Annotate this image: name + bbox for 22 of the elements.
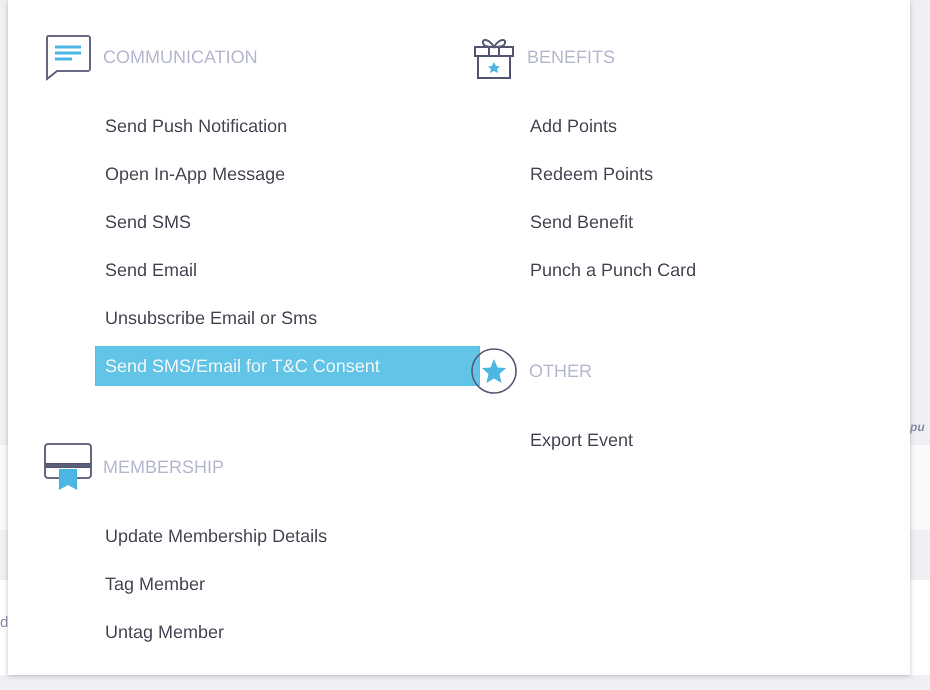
card-ribbon-icon [44,443,92,491]
chat-bubble-icon [44,33,92,81]
menu-item[interactable]: Untag Member [95,612,480,652]
section-heading: BENEFITS [527,46,616,68]
menu-item[interactable]: Send Benefit [520,202,905,242]
menu-item[interactable]: Add Points [520,106,905,146]
menu-item[interactable]: Open In-App Message [95,154,480,194]
menu-item[interactable]: Redeem Points [520,154,905,194]
menu-item[interactable]: Export Event [520,420,905,460]
background-text: d [0,614,8,631]
star-circle-icon [470,347,518,395]
section-heading: MEMBERSHIP [103,456,224,478]
section-heading: COMMUNICATION [103,46,258,68]
menu-item[interactable]: Tag Member [95,564,480,604]
background-text: pu [910,420,925,434]
menu-item[interactable]: Punch a Punch Card [520,250,905,290]
menu-item[interactable]: Unsubscribe Email or Sms [95,298,480,338]
menu-item[interactable]: Send Email [95,250,480,290]
section-heading: OTHER [529,360,592,382]
menu-item[interactable]: Update Membership Details [95,516,480,556]
menu-item[interactable]: Send Push Notification [95,106,480,146]
menu-item[interactable]: Send SMS [95,202,480,242]
